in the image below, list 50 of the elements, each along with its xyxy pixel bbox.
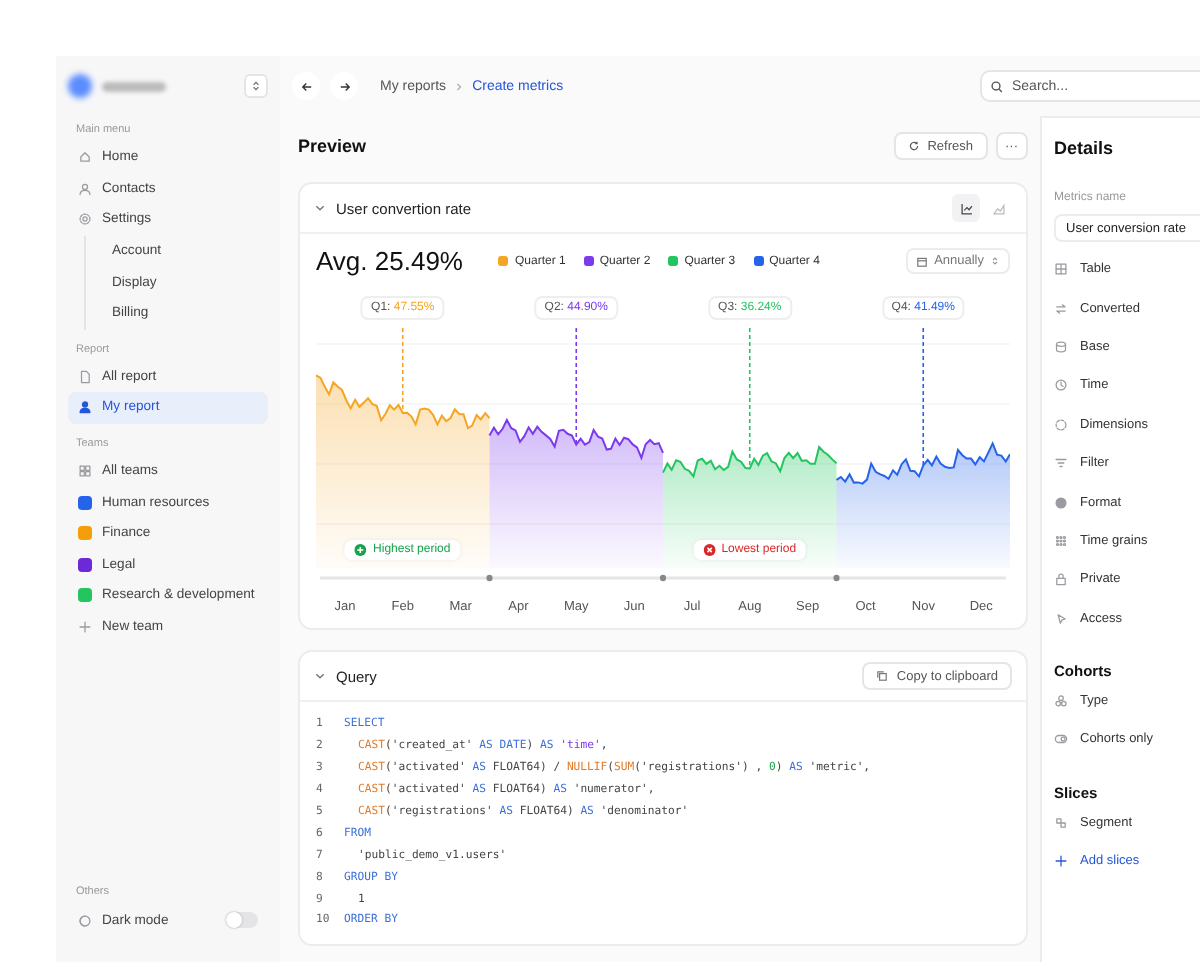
leader-line — [575, 327, 578, 446]
refresh-icon — [907, 140, 920, 152]
line-chart-view-button[interactable] — [952, 194, 980, 222]
back-arrow-icon — [299, 79, 313, 93]
x-circle-icon — [703, 544, 716, 556]
copy-icon — [876, 670, 889, 682]
back-button[interactable] — [292, 72, 320, 100]
toggle-icon — [1054, 732, 1068, 747]
average-value: Avg. 25.49% — [316, 246, 463, 276]
database-icon — [1054, 339, 1068, 354]
arrows-icon — [1054, 301, 1068, 316]
person-icon — [78, 400, 92, 415]
leader-line — [748, 327, 751, 470]
details-heading: Details — [1054, 138, 1116, 158]
chevrons-icon — [250, 80, 262, 92]
dots-grid-icon — [1054, 533, 1068, 548]
home-icon — [78, 150, 92, 165]
line-chart-icon — [959, 201, 973, 215]
squares-icon — [1054, 815, 1068, 830]
leader-line — [922, 327, 925, 467]
dashed-circle-icon — [1054, 417, 1068, 432]
plus-icon — [1054, 854, 1068, 869]
plus-icon — [78, 620, 92, 635]
filled-circle-icon — [1054, 495, 1068, 510]
grid-icon — [78, 464, 92, 479]
calendar-icon — [916, 255, 929, 267]
forward-arrow-icon — [337, 79, 351, 93]
circles-icon — [1054, 694, 1068, 709]
filter-icon — [1054, 456, 1068, 471]
search-icon — [990, 79, 1004, 93]
preview-heading: Preview — [298, 136, 367, 156]
pointer-icon — [1054, 611, 1068, 626]
table-icon — [1054, 262, 1068, 277]
gear-icon — [78, 212, 92, 227]
workspace-switch-button[interactable] — [244, 74, 268, 98]
chevron-down-icon — [314, 202, 326, 214]
blurred-workspace-name — [102, 81, 166, 91]
clock-icon — [1054, 378, 1068, 393]
chevron-right-icon — [454, 81, 465, 91]
area-chart-icon — [991, 201, 1005, 215]
lock-icon — [1054, 572, 1068, 587]
document-icon — [78, 369, 92, 384]
forward-button[interactable] — [330, 72, 358, 100]
leader-line — [401, 327, 404, 414]
chevron-down-icon — [314, 670, 326, 682]
chevrons-icon — [990, 256, 1000, 266]
plus-circle-icon — [355, 544, 368, 556]
dark-mode-toggle[interactable] — [226, 912, 258, 929]
blurred-avatar — [68, 74, 92, 98]
user-icon — [78, 181, 92, 196]
